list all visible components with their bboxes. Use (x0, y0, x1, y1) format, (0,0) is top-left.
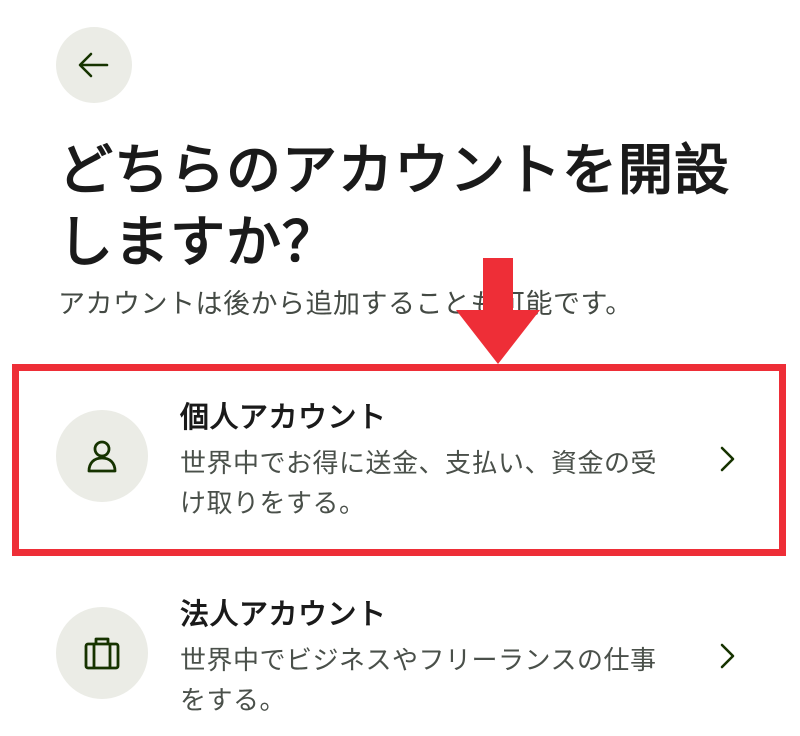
chevron-right-icon (720, 446, 735, 472)
page-subtitle: アカウントは後から追加することも可能です。 (58, 289, 633, 320)
business-account-option[interactable]: 法人アカウント 世界中でビジネスやフリーランスの仕事をする。 (56, 583, 746, 733)
person-icon-wrap (56, 410, 148, 502)
annotation-arrow-down-icon (456, 258, 540, 364)
personal-account-title: 個人アカウント (180, 400, 387, 434)
page-title: どちらのアカウントを開設しますか？ (58, 138, 731, 274)
back-button[interactable] (56, 27, 132, 103)
personal-account-option[interactable]: 個人アカウント 世界中でお得に送金、支払い、資金の受け取りをする。 (56, 386, 746, 536)
briefcase-icon (84, 637, 120, 670)
arrow-left-icon (78, 52, 109, 78)
personal-account-description: 世界中でお得に送金、支払い、資金の受け取りをする。 (180, 449, 658, 519)
briefcase-icon-wrap (56, 607, 148, 699)
person-icon (87, 440, 117, 473)
chevron-right-icon (720, 643, 735, 669)
business-account-title: 法人アカウント (180, 597, 387, 631)
business-account-description: 世界中でビジネスやフリーランスの仕事をする。 (180, 646, 657, 716)
